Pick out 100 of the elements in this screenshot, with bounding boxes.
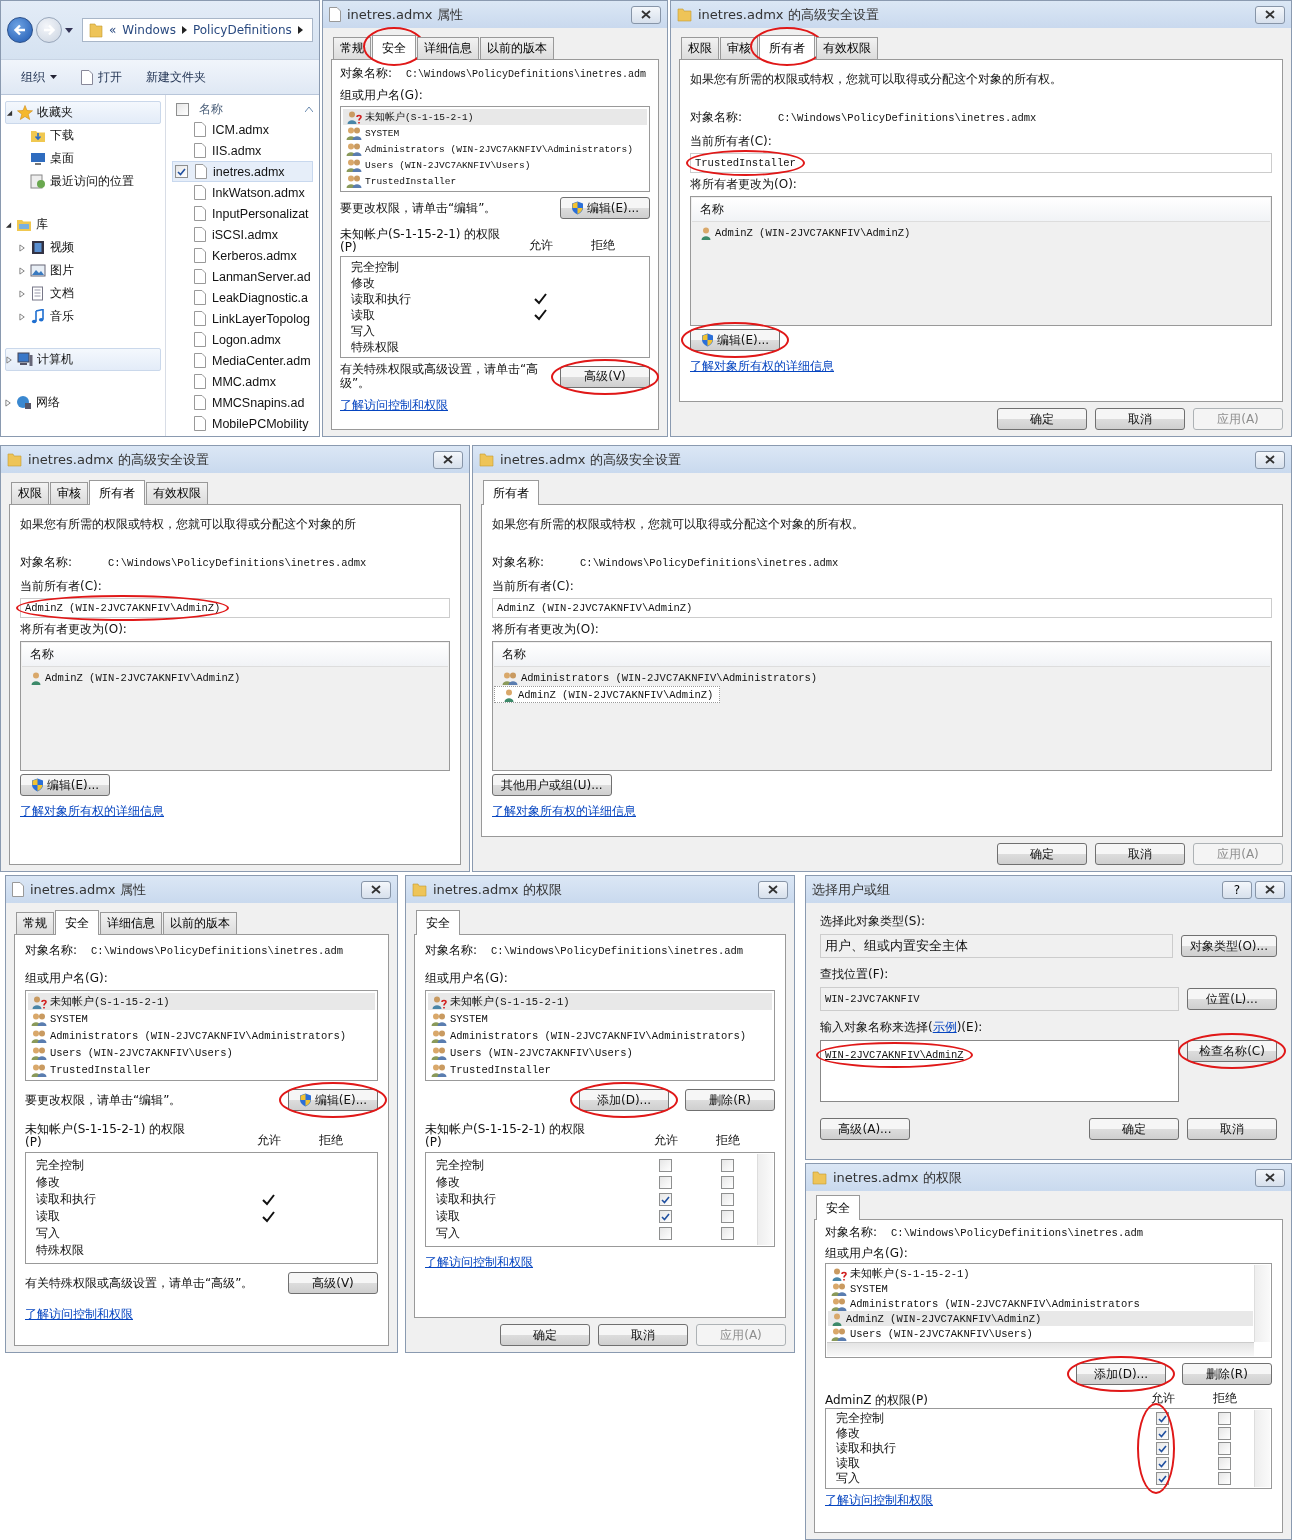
list-item[interactable]: TrustedInstaller bbox=[343, 173, 647, 189]
advanced-button[interactable]: 高级(V) bbox=[560, 365, 650, 388]
checkbox[interactable] bbox=[1217, 1442, 1231, 1455]
close-button[interactable] bbox=[433, 450, 463, 469]
file-row[interactable]: LanmanServer.ad bbox=[172, 266, 313, 287]
tree-item[interactable]: 收藏夹 bbox=[5, 101, 161, 124]
checkbox[interactable] bbox=[175, 165, 188, 178]
file-row[interactable]: MMC.admx bbox=[172, 371, 313, 392]
advanced-button[interactable]: 高级(V) bbox=[288, 1272, 378, 1295]
list-item[interactable]: Users (WIN-2JVC7AKNFIV\Users) bbox=[828, 1326, 1253, 1341]
tab[interactable]: 权限 bbox=[681, 37, 719, 59]
checkbox[interactable] bbox=[1217, 1472, 1231, 1485]
remove-button[interactable]: 删除(R) bbox=[685, 1089, 775, 1111]
help-button[interactable]: ? bbox=[1222, 880, 1252, 899]
tab[interactable]: 审核 bbox=[50, 482, 88, 504]
list-item[interactable]: Administrators (WIN-2JVC7AKNFIV\Administrators) bbox=[428, 1027, 772, 1044]
expander-icon[interactable] bbox=[6, 108, 13, 117]
list-item[interactable]: Administrators (WIN-2JVC7AKNFIV\Administrators) bbox=[343, 141, 647, 157]
column-header[interactable]: 名称 bbox=[22, 643, 448, 667]
checkbox[interactable] bbox=[1217, 1427, 1231, 1440]
list-item[interactable]: SYSTEM bbox=[828, 1281, 1253, 1296]
check-names-button[interactable]: 检查名称(C) bbox=[1187, 1040, 1277, 1062]
tree-item[interactable]: 音乐 bbox=[5, 305, 161, 328]
tree-item[interactable]: 图片 bbox=[5, 259, 161, 282]
tab[interactable]: 安全 bbox=[816, 1195, 860, 1220]
chevron-icon[interactable] bbox=[297, 26, 303, 34]
checkbox[interactable] bbox=[1155, 1472, 1169, 1485]
object-types-button[interactable]: 对象类型(O)... bbox=[1180, 935, 1277, 957]
list-item[interactable]: 未知帐户(S-1-15-2-1) bbox=[343, 109, 647, 125]
breadcrumb-item[interactable]: « bbox=[109, 23, 117, 37]
checkbox[interactable] bbox=[720, 1193, 734, 1207]
help-link[interactable]: 了解访问控制和权限 bbox=[25, 1306, 378, 1324]
list-item[interactable]: AdminZ (WIN-2JVC7AKNFIV\AdminZ) bbox=[692, 224, 1270, 241]
column-header[interactable]: 名称 bbox=[199, 100, 295, 118]
select-all-checkbox[interactable] bbox=[176, 102, 189, 116]
checkbox[interactable] bbox=[720, 1159, 734, 1173]
file-row[interactable]: InputPersonalizat bbox=[172, 203, 313, 224]
file-row[interactable]: LinkLayerTopolog bbox=[172, 308, 313, 329]
tab[interactable]: 详细信息 bbox=[417, 37, 479, 59]
tab[interactable]: 所有者 bbox=[483, 480, 539, 505]
owner-button[interactable]: 编辑(E)... bbox=[20, 774, 110, 796]
file-row[interactable]: ICM.admx bbox=[172, 119, 313, 140]
tab[interactable]: 以前的版本 bbox=[480, 37, 554, 59]
dialog-button[interactable]: 确定 bbox=[500, 1324, 590, 1346]
checkbox[interactable] bbox=[658, 1159, 672, 1173]
file-row[interactable]: MediaCenter.adm bbox=[172, 350, 313, 371]
tree-item[interactable]: 桌面 bbox=[5, 147, 161, 170]
edit-button[interactable]: 编辑(E)... bbox=[288, 1089, 378, 1111]
tab[interactable]: 权限 bbox=[11, 482, 49, 504]
column-header[interactable]: 名称 bbox=[494, 643, 1270, 667]
list-item[interactable]: AdminZ (WIN-2JVC7AKNFIV\AdminZ) bbox=[22, 669, 448, 686]
tree-item[interactable]: 计算机 bbox=[5, 348, 161, 371]
address-bar[interactable]: « Windows PolicyDefinitions bbox=[82, 18, 313, 42]
list-item[interactable]: 未知帐户(S-1-15-2-1) bbox=[28, 993, 375, 1010]
tree-item[interactable]: 下载 bbox=[5, 124, 161, 147]
tab[interactable]: 详细信息 bbox=[100, 912, 162, 934]
list-item[interactable]: AdminZ (WIN-2JVC7AKNFIV\AdminZ) bbox=[828, 1311, 1253, 1326]
checkbox[interactable] bbox=[1155, 1457, 1169, 1470]
list-item[interactable]: Administrators (WIN-2JVC7AKNFIV\Administrators bbox=[828, 1296, 1253, 1311]
add-button[interactable]: 添加(D)... bbox=[1076, 1363, 1166, 1385]
owner-button[interactable]: 其他用户或组(U)... bbox=[492, 774, 612, 796]
breadcrumb-item[interactable]: PolicyDefinitions bbox=[192, 23, 292, 37]
file-row[interactable]: MobilePCMobility bbox=[172, 413, 313, 434]
dialog-button[interactable]: 取消 bbox=[1095, 843, 1185, 865]
owner-button[interactable]: 编辑(E)... bbox=[690, 329, 780, 351]
file-row[interactable]: MMCSnapins.ad bbox=[172, 392, 313, 413]
list-item[interactable]: SYSTEM bbox=[28, 1010, 375, 1027]
list-item[interactable]: SYSTEM bbox=[428, 1010, 772, 1027]
checkbox[interactable] bbox=[1155, 1427, 1169, 1440]
tab[interactable]: 安全 bbox=[416, 910, 460, 935]
toolbar-button[interactable]: 组织 bbox=[19, 66, 59, 88]
checkbox[interactable] bbox=[1217, 1412, 1231, 1425]
toolbar-button[interactable]: 打开 bbox=[79, 66, 124, 88]
file-row[interactable]: inetres.admx bbox=[172, 161, 313, 182]
list-item[interactable]: Users (WIN-2JVC7AKNFIV\Users) bbox=[343, 157, 647, 173]
tree-item[interactable]: 视频 bbox=[5, 236, 161, 259]
file-row[interactable]: IIS.admx bbox=[172, 140, 313, 161]
close-button[interactable] bbox=[758, 880, 788, 899]
tab[interactable]: 常规 bbox=[333, 37, 371, 59]
checkbox[interactable] bbox=[658, 1193, 672, 1207]
chevron-icon[interactable] bbox=[181, 26, 187, 34]
scrollbar[interactable] bbox=[827, 1342, 1254, 1356]
file-row[interactable]: LeakDiagnostic.a bbox=[172, 287, 313, 308]
list-item[interactable]: Users (WIN-2JVC7AKNFIV\Users) bbox=[28, 1044, 375, 1061]
examples-link[interactable]: 示例 bbox=[932, 1020, 957, 1034]
help-link[interactable]: 了解访问控制和权限 bbox=[340, 396, 650, 414]
list-item[interactable]: Administrators (WIN-2JVC7AKNFIV\Administrators) bbox=[28, 1027, 375, 1044]
column-header[interactable]: 名称 bbox=[692, 198, 1270, 222]
file-row[interactable]: InkWatson.admx bbox=[172, 182, 313, 203]
help-link[interactable]: 了解对象所有权的详细信息 bbox=[492, 803, 1272, 820]
add-button[interactable]: 添加(D)... bbox=[579, 1089, 669, 1111]
scrollbar[interactable] bbox=[1254, 1410, 1270, 1487]
file-row[interactable]: iSCSI.admx bbox=[172, 224, 313, 245]
close-button[interactable] bbox=[1255, 5, 1285, 24]
list-item[interactable]: TrustedInstaller bbox=[28, 1061, 375, 1078]
close-button[interactable] bbox=[1255, 880, 1285, 899]
tree-item[interactable]: 最近访问的位置 bbox=[5, 170, 161, 193]
list-item[interactable]: 未知帐户(S-1-15-2-1) bbox=[428, 993, 772, 1010]
close-button[interactable] bbox=[631, 5, 661, 24]
edit-button[interactable]: 编辑(E)... bbox=[560, 197, 650, 219]
